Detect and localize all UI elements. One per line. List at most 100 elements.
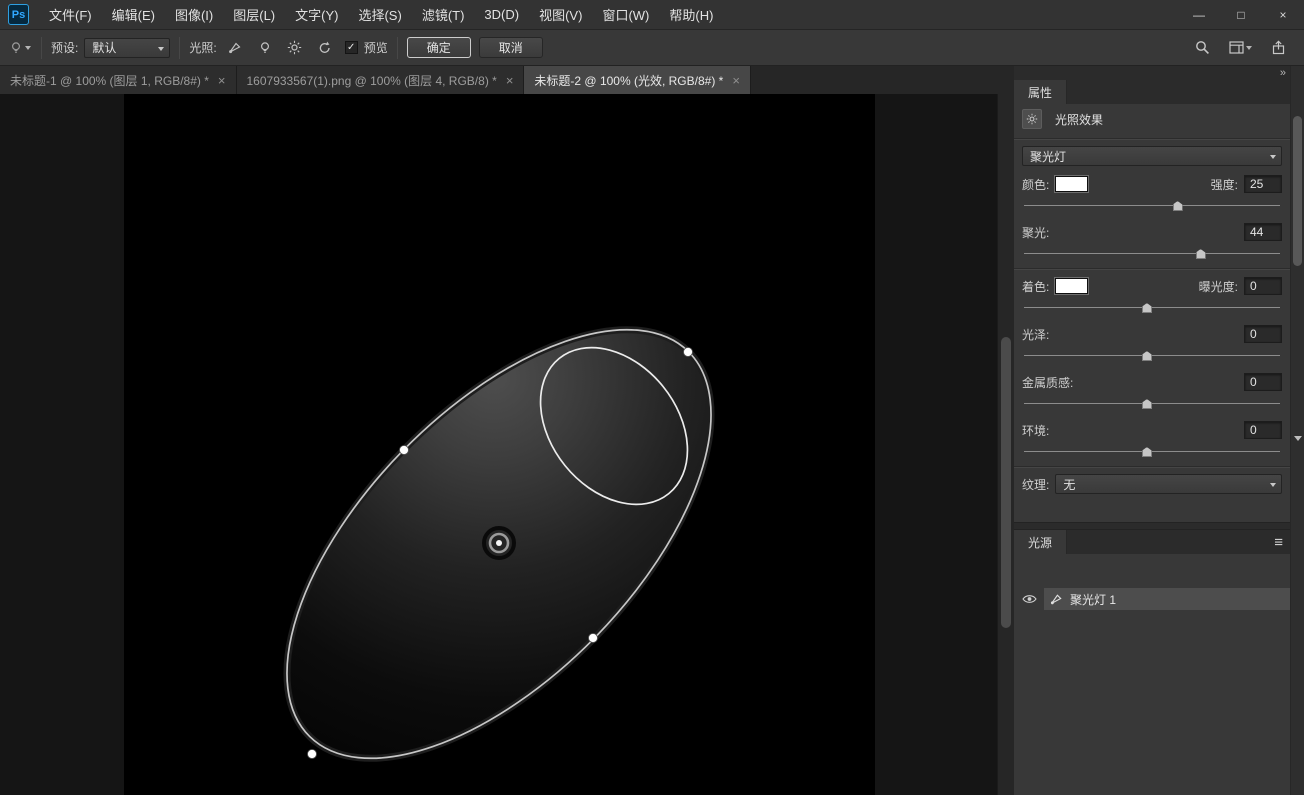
slider-thumb[interactable] [1142, 351, 1152, 361]
gloss-label: 光泽: [1022, 326, 1049, 343]
search-button[interactable] [1190, 37, 1214, 59]
metallic-value[interactable]: 0 [1244, 373, 1282, 391]
color-label: 颜色: [1022, 176, 1049, 193]
exposure-label: 曝光度: [1199, 278, 1238, 295]
add-spot-light-button[interactable] [223, 37, 247, 59]
preview-checkbox[interactable]: ✓ [345, 41, 358, 54]
menu-bar: Ps 文件(F) 编辑(E) 图像(I) 图层(L) 文字(Y) 选择(S) 滤… [0, 0, 1304, 30]
reset-lights-button[interactable] [313, 37, 337, 59]
close-icon[interactable]: × [218, 73, 226, 88]
intensity-label: 强度: [1211, 176, 1238, 193]
lighting-effects-canvas[interactable] [124, 94, 875, 795]
menu-window[interactable]: 窗口(W) [592, 0, 659, 29]
divider [1014, 138, 1290, 140]
spot-light-icon [1049, 592, 1063, 606]
panel-menu-icon[interactable]: ≡ [1267, 530, 1290, 554]
document-tab-title: 未标题-2 @ 100% (光效, RGB/8#) * [534, 72, 723, 89]
preset-select[interactable]: 默认 [84, 38, 170, 58]
panel-scrollbar[interactable] [1290, 66, 1304, 795]
separator [41, 37, 42, 59]
chevron-down-icon [1246, 46, 1252, 50]
point-light-icon [258, 41, 272, 55]
document-tab-3-active[interactable]: 未标题-2 @ 100% (光效, RGB/8#) * × [524, 66, 751, 94]
close-window-button[interactable]: × [1262, 0, 1304, 29]
check-icon: ✓ [347, 42, 355, 53]
menu-file[interactable]: 文件(F) [39, 0, 102, 29]
ellipse-handle-left[interactable] [400, 446, 409, 455]
intensity-value[interactable]: 25 [1244, 175, 1282, 193]
document-tab-1[interactable]: 未标题-1 @ 100% (图层 1, RGB/8#) * × [0, 66, 237, 94]
menu-select[interactable]: 选择(S) [348, 0, 411, 29]
texture-select[interactable]: 无 [1055, 474, 1282, 494]
metallic-slider[interactable] [1024, 397, 1280, 410]
ellipse-handle-top-right[interactable] [684, 348, 693, 357]
light-bulb-tool-icon[interactable] [8, 37, 32, 59]
workspace-icon [1229, 41, 1244, 54]
menu-image[interactable]: 图像(I) [165, 0, 223, 29]
slider-thumb[interactable] [1142, 303, 1152, 313]
panel-gap [1014, 522, 1290, 530]
menu-filter[interactable]: 滤镜(T) [412, 0, 475, 29]
exposure-slider[interactable] [1024, 301, 1280, 314]
canvas-area[interactable] [0, 94, 1014, 795]
hotspot-label: 聚光: [1022, 224, 1049, 241]
share-button[interactable] [1266, 37, 1290, 59]
menu-type[interactable]: 文字(Y) [285, 0, 348, 29]
ellipse-handle-right[interactable] [589, 634, 598, 643]
cancel-button[interactable]: 取消 [479, 37, 543, 58]
gloss-value[interactable]: 0 [1244, 325, 1282, 343]
slider-thumb[interactable] [1142, 447, 1152, 457]
exposure-value[interactable]: 0 [1244, 277, 1282, 295]
ambience-slider[interactable] [1024, 445, 1280, 458]
light-color-swatch[interactable] [1055, 176, 1088, 192]
slider-thumb[interactable] [1142, 399, 1152, 409]
document-tab-title: 未标题-1 @ 100% (图层 1, RGB/8#) * [10, 72, 209, 89]
sun-icon [287, 40, 302, 55]
menu-help[interactable]: 帮助(H) [659, 0, 723, 29]
hotspot-slider[interactable] [1024, 247, 1280, 260]
light-list-item[interactable]: 聚光灯 1 [1014, 588, 1290, 610]
minimize-button[interactable]: — [1178, 0, 1220, 29]
add-infinite-light-button[interactable] [283, 37, 307, 59]
scrollbar-thumb[interactable] [1001, 337, 1011, 628]
close-icon[interactable]: × [732, 73, 740, 88]
intensity-slider[interactable] [1024, 199, 1280, 212]
colorize-label: 着色: [1022, 278, 1049, 295]
metallic-label: 金属质感: [1022, 374, 1073, 391]
document-tab-2[interactable]: 1607933567(1).png @ 100% (图层 4, RGB/8) *… [237, 66, 525, 94]
gloss-slider[interactable] [1024, 349, 1280, 362]
ok-button[interactable]: 确定 [407, 37, 471, 58]
light-center-widget[interactable] [484, 528, 514, 558]
canvas-vertical-scrollbar[interactable] [997, 94, 1014, 795]
workspace-switcher-button[interactable] [1224, 37, 1256, 59]
light-type-select[interactable]: 聚光灯 [1022, 146, 1282, 166]
tab-properties[interactable]: 属性 [1014, 80, 1067, 104]
visibility-toggle[interactable] [1014, 593, 1044, 605]
slider-thumb[interactable] [1173, 201, 1183, 211]
options-bar: 预设: 默认 光照: [0, 30, 1304, 66]
menu-3d[interactable]: 3D(D) [474, 0, 529, 29]
scroll-down-icon[interactable] [1294, 436, 1302, 441]
panel-title: 光照效果 [1055, 111, 1103, 128]
add-point-light-button[interactable] [253, 37, 277, 59]
scrollbar-thumb[interactable] [1293, 116, 1302, 266]
texture-label: 纹理: [1022, 476, 1049, 493]
lighting-effects-icon [1022, 109, 1042, 129]
ellipse-handle-bottom[interactable] [308, 750, 317, 759]
menu-layer[interactable]: 图层(L) [223, 0, 285, 29]
photoshop-window: Ps 文件(F) 编辑(E) 图像(I) 图层(L) 文字(Y) 选择(S) 滤… [0, 0, 1304, 795]
hotspot-value[interactable]: 44 [1244, 223, 1282, 241]
spot-light-icon [227, 40, 242, 55]
menu-view[interactable]: 视图(V) [529, 0, 592, 29]
maximize-button[interactable]: □ [1220, 0, 1262, 29]
lighting-label: 光照: [189, 39, 216, 56]
ambience-value[interactable]: 0 [1244, 421, 1282, 439]
menu-edit[interactable]: 编辑(E) [102, 0, 165, 29]
tab-lights[interactable]: 光源 [1014, 530, 1067, 554]
ambience-label: 环境: [1022, 422, 1049, 439]
panel-overflow-icon[interactable]: » [1280, 67, 1286, 79]
slider-thumb[interactable] [1196, 249, 1206, 259]
colorize-swatch[interactable] [1055, 278, 1088, 294]
close-icon[interactable]: × [506, 73, 514, 88]
selected-light-row[interactable]: 聚光灯 1 [1044, 588, 1290, 610]
